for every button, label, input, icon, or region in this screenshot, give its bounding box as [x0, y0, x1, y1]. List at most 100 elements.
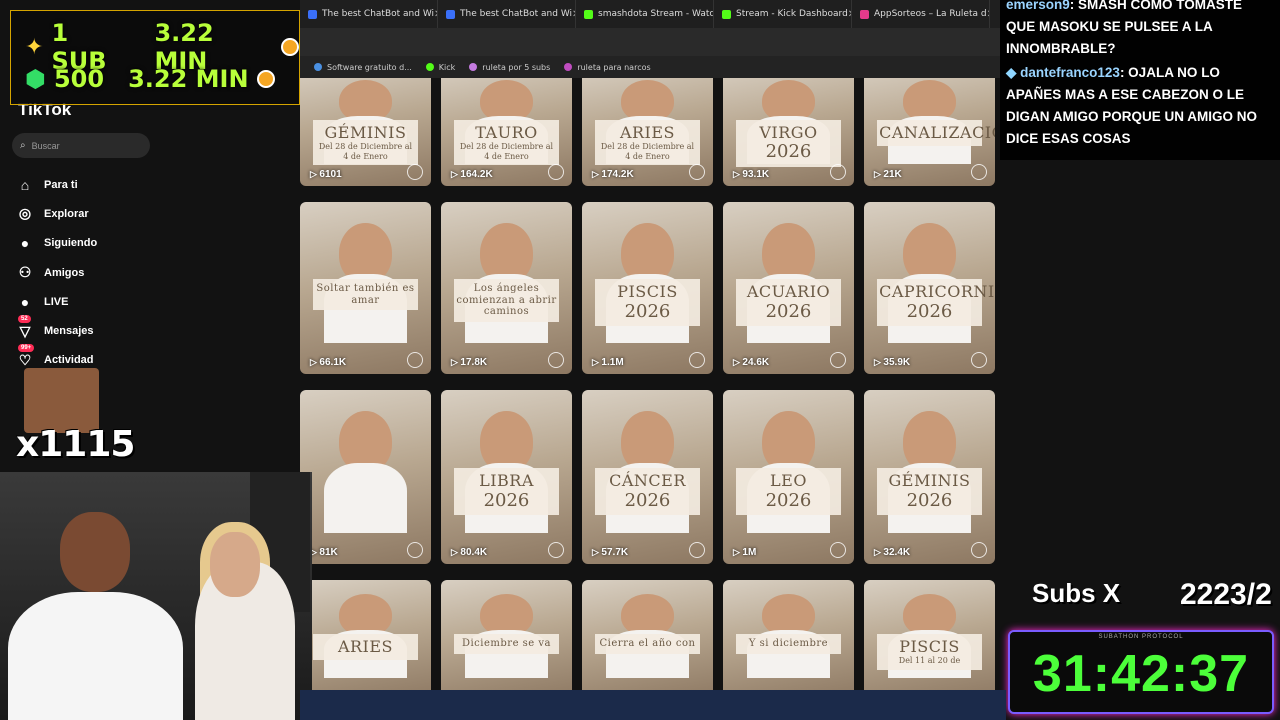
nav-label: Explorar: [44, 207, 89, 220]
zodiac-sign-icon: [971, 542, 987, 558]
browser-tab[interactable]: Stream - Kick Dashboard✕: [714, 0, 852, 28]
video-card[interactable]: GÉMINIS2026 32.4K: [864, 390, 995, 564]
search-input[interactable]: ⌕ Buscar: [12, 133, 150, 158]
chat-badge-icon: ◆: [1006, 65, 1021, 80]
nav-item[interactable]: ⚇ Amigos: [16, 258, 97, 287]
video-title: VIRGO 2026: [736, 120, 841, 168]
kicks-row: ⬢ 500 3.22 MIN: [25, 65, 275, 93]
view-count: 81K: [310, 547, 337, 558]
compass-icon: ◎: [18, 205, 32, 222]
video-card[interactable]: CANALIZACIÓN 21K: [864, 78, 995, 186]
bookmark-icon: [469, 63, 478, 71]
taskbar: [300, 690, 1006, 720]
emote-multiplier: x1115: [16, 424, 135, 465]
close-icon[interactable]: ✕: [987, 9, 989, 20]
video-card[interactable]: PISCIS2026 1.1M: [582, 202, 713, 374]
video-title: LEO 2026: [736, 468, 841, 516]
zodiac-sign-icon: [971, 352, 987, 368]
live-avatar-icon: ●: [20, 293, 30, 310]
video-grid: GÉMINIS Del 28 de Diciembre al 4 de Enero…: [300, 78, 1000, 690]
browser-tab[interactable]: AppSorteos – La Ruleta d✕: [852, 0, 990, 28]
zodiac-sign-icon: [407, 542, 423, 558]
bookmark-item[interactable]: ruleta por 5 subs: [469, 63, 550, 72]
video-title: TAURO Del 28 de Diciembre al 4 de Enero: [454, 120, 559, 165]
video-title: Los ángeles comienzan a abrir caminos: [454, 279, 559, 322]
address-bar[interactable]: [300, 28, 1000, 56]
notification-badge: 52: [18, 315, 31, 324]
video-card[interactable]: LIBRA2026 80.4K: [441, 390, 572, 564]
nav-label: Actividad: [44, 354, 94, 367]
bookmark-item[interactable]: Kick: [425, 63, 455, 72]
chat-message: emerson9: SMASH COMO TOMASTE QUE MASOKU …: [1006, 0, 1274, 60]
webcam-feed: [0, 472, 312, 720]
zodiac-sign-icon: [548, 352, 564, 368]
sub-value-overlay: ✦ 1 SUB 3.22 MIN ⬢ 500 3.22 MIN: [10, 10, 300, 105]
zodiac-sign-icon: [689, 542, 705, 558]
nav-label: Siguiendo: [44, 237, 98, 250]
streamer-body: [8, 592, 183, 720]
tab-favicon-icon: [446, 9, 455, 19]
nav-label: Amigos: [44, 266, 85, 279]
subs-count: 2223/2: [1180, 578, 1272, 611]
video-card[interactable]: ARIESDel 28 de Diciembre al 4 de Enero 17…: [582, 78, 713, 186]
stream-screen: TikTok ⌕ Buscar ⌂ Para ti ◎ Explorar ● Siguie…: [0, 0, 1280, 720]
video-card[interactable]: CAPRICORNIO2026 35.9K: [864, 202, 995, 374]
activity-icon: ♡ 99+: [16, 344, 35, 369]
video-title: ARIES: [313, 634, 418, 661]
nav-label: Para ti: [44, 178, 78, 191]
zodiac-sign-icon: [971, 164, 987, 180]
nav-item[interactable]: ▽ 52 Mensajes: [16, 315, 97, 345]
tab-favicon-icon: [308, 9, 317, 19]
clock-icon: [256, 70, 275, 88]
browser-tab[interactable]: The best ChatBot and Wi✕: [300, 0, 438, 28]
video-card[interactable]: Soltar también es amar 66.1K: [300, 202, 431, 374]
video-card[interactable]: VIRGO202693.1K: [723, 78, 854, 186]
bookmark-label: ruleta para narcos: [577, 62, 651, 72]
nav-item[interactable]: ● Siguiendo: [16, 229, 97, 258]
nav-item[interactable]: ⌂ Para ti: [16, 170, 97, 199]
video-card[interactable]: 81K: [300, 390, 431, 564]
messages-icon: ▽ 52: [18, 315, 31, 339]
bookmark-label: ruleta por 5 subs: [482, 62, 551, 72]
view-count: 80.4K: [451, 547, 487, 558]
nav-item[interactable]: ◎ Explorar: [16, 199, 97, 228]
tab-label: AppSorteos – La Ruleta d: [874, 9, 987, 19]
video-card[interactable]: ARIES: [300, 580, 431, 690]
tab-label: The best ChatBot and Wi: [460, 9, 573, 19]
video-title: CAPRICORNIO2026: [877, 279, 995, 327]
video-title: ARIES Del 28 de Diciembre al 4 de Enero: [595, 120, 700, 165]
video-card[interactable]: Los ángeles comienzan a abrir caminos 17.…: [441, 202, 572, 374]
video-thumbnail-shirt: [323, 463, 408, 533]
video-title: Diciembre se va: [454, 634, 559, 654]
bookmark-label: Software gratuito d...: [327, 62, 412, 72]
video-card[interactable]: Cierra el año con: [582, 580, 713, 690]
tiktok-nav: ⌂ Para ti ◎ Explorar ● Siguiendo ⚇ Amigos ● LIVE ▽…: [16, 170, 97, 375]
video-title: GÉMINIS Del 28 de Diciembre al 4 de Enero: [313, 120, 418, 165]
subs-label: Subs X: [1032, 578, 1121, 608]
home-icon: ⌂: [20, 176, 30, 193]
video-title: CANALIZACIÓN: [877, 120, 995, 147]
subathon-timer: SUBATHON PROTOCOL 31:42:37: [1008, 630, 1274, 714]
zodiac-sign-icon: [689, 164, 705, 180]
kicks-minutes: 3.22 MIN: [128, 65, 249, 93]
bookmark-item[interactable]: Software gratuito d...: [314, 63, 412, 72]
zodiac-sign-icon: [548, 542, 564, 558]
video-card[interactable]: Diciembre se va: [441, 580, 572, 690]
nav-item[interactable]: ● LIVE: [16, 287, 97, 316]
video-card[interactable]: TAURODel 28 de Diciembre al 4 de Enero 16…: [441, 78, 572, 186]
bookmark-icon: [564, 63, 573, 71]
tab-favicon-icon: [584, 9, 593, 19]
video-card[interactable]: Y si diciembre: [723, 580, 854, 690]
gem-icon: ⬢: [25, 65, 46, 93]
view-count: 6101: [310, 169, 341, 180]
video-card[interactable]: ACUARIO2026 24.6K: [723, 202, 854, 374]
video-card[interactable]: LEO2026 1M: [723, 390, 854, 564]
video-title: ACUARIO 2026: [736, 279, 841, 327]
video-card[interactable]: GÉMINIS Del 28 de Diciembre al 4 de Enero…: [300, 78, 431, 186]
video-card[interactable]: CÁNCER2026 57.7K: [582, 390, 713, 564]
friends-icon: ⚇: [18, 264, 32, 281]
bookmark-item[interactable]: ruleta para narcos: [564, 62, 651, 72]
browser-tab[interactable]: The best ChatBot and Wi✕: [438, 0, 576, 28]
video-card[interactable]: PISCIS Del 11 al 20 de: [864, 580, 995, 690]
browser-tab[interactable]: smashdota Stream - Watc✕: [576, 0, 714, 28]
